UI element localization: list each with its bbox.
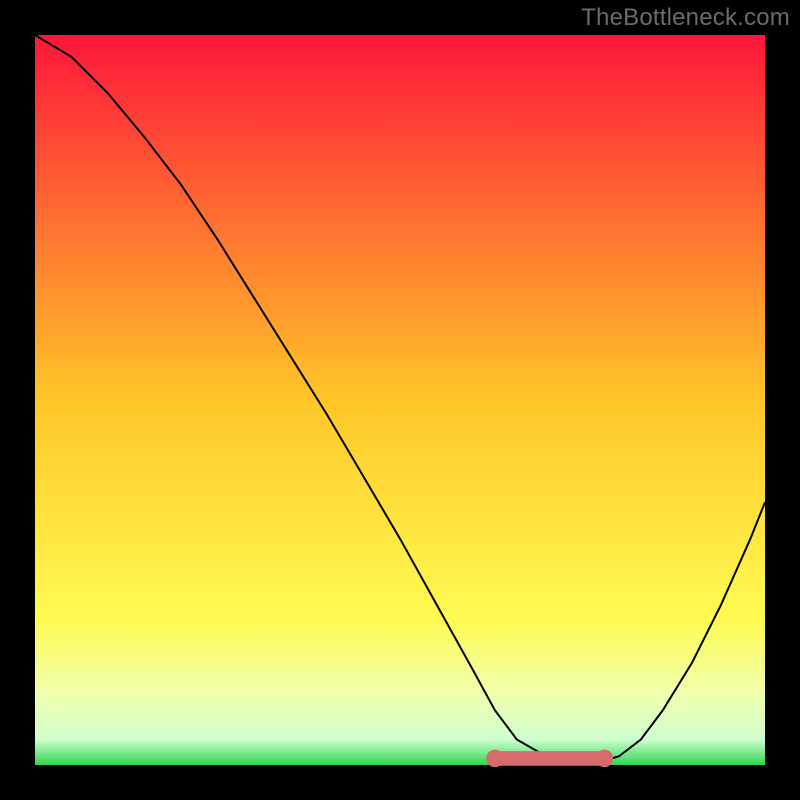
watermark-text: TheBottleneck.com [581, 4, 790, 32]
optimal-range-start-dot [486, 750, 504, 768]
bottleneck-chart [0, 0, 800, 800]
optimal-range-marker [486, 750, 613, 768]
plot-background [35, 35, 765, 765]
chart-container: TheBottleneck.com [0, 0, 800, 800]
optimal-range-end-dot [596, 750, 614, 768]
